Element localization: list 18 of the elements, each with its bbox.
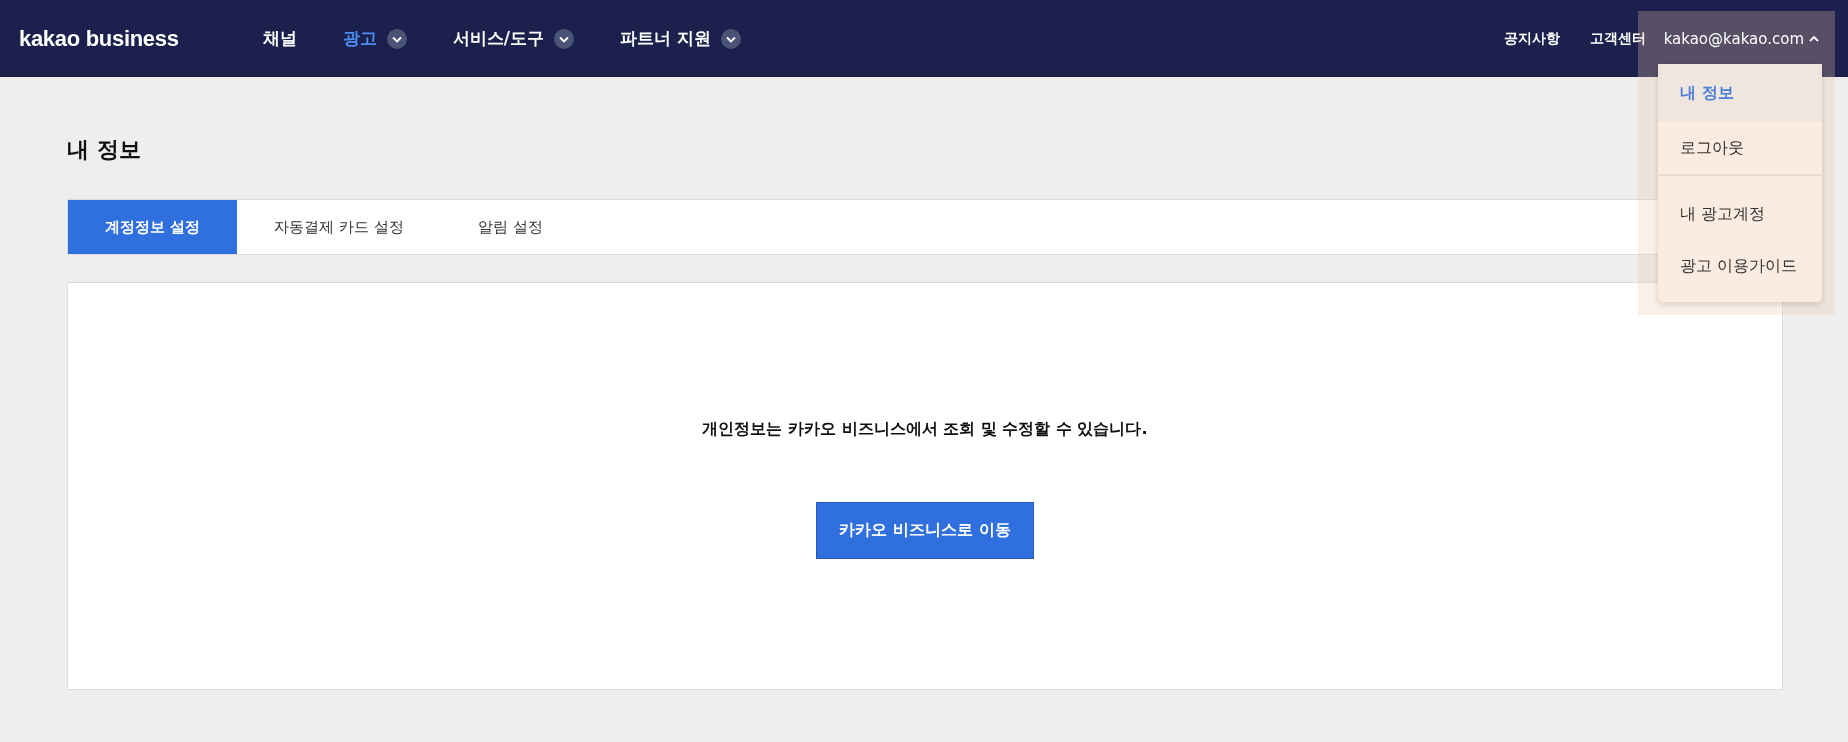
menu-item[interactable]: 내 광고계정 [1658, 188, 1822, 240]
logo[interactable]: kakao business [19, 25, 179, 52]
menu-item[interactable]: 로그아웃 [1658, 122, 1822, 174]
header-link[interactable]: 고객센터 [1589, 29, 1646, 48]
nav-item[interactable]: 파트너 지원 [619, 27, 741, 50]
nav-item[interactable]: 광고 [342, 27, 407, 50]
nav-item[interactable]: 채널 [262, 27, 297, 50]
header-link[interactable]: 공지사항 [1503, 29, 1560, 48]
info-message: 개인정보는 카카오 비즈니스에서 조회 및 수정할 수 있습니다. [702, 419, 1148, 440]
nav-item[interactable]: 서비스/도구 [452, 27, 574, 50]
chevron-down-icon [720, 28, 741, 49]
menu-item[interactable]: 광고 이용가이드 [1658, 240, 1822, 292]
chevron-down-icon [553, 28, 574, 49]
chevron-down-icon [386, 28, 407, 49]
account-menu-button[interactable]: kakao@kakao.com [1663, 29, 1820, 48]
page-title: 내 정보 [67, 136, 141, 164]
go-button[interactable]: 카카오 비즈니스로 이동 [816, 502, 1034, 559]
tab[interactable]: 계정정보 설정 [68, 200, 238, 254]
